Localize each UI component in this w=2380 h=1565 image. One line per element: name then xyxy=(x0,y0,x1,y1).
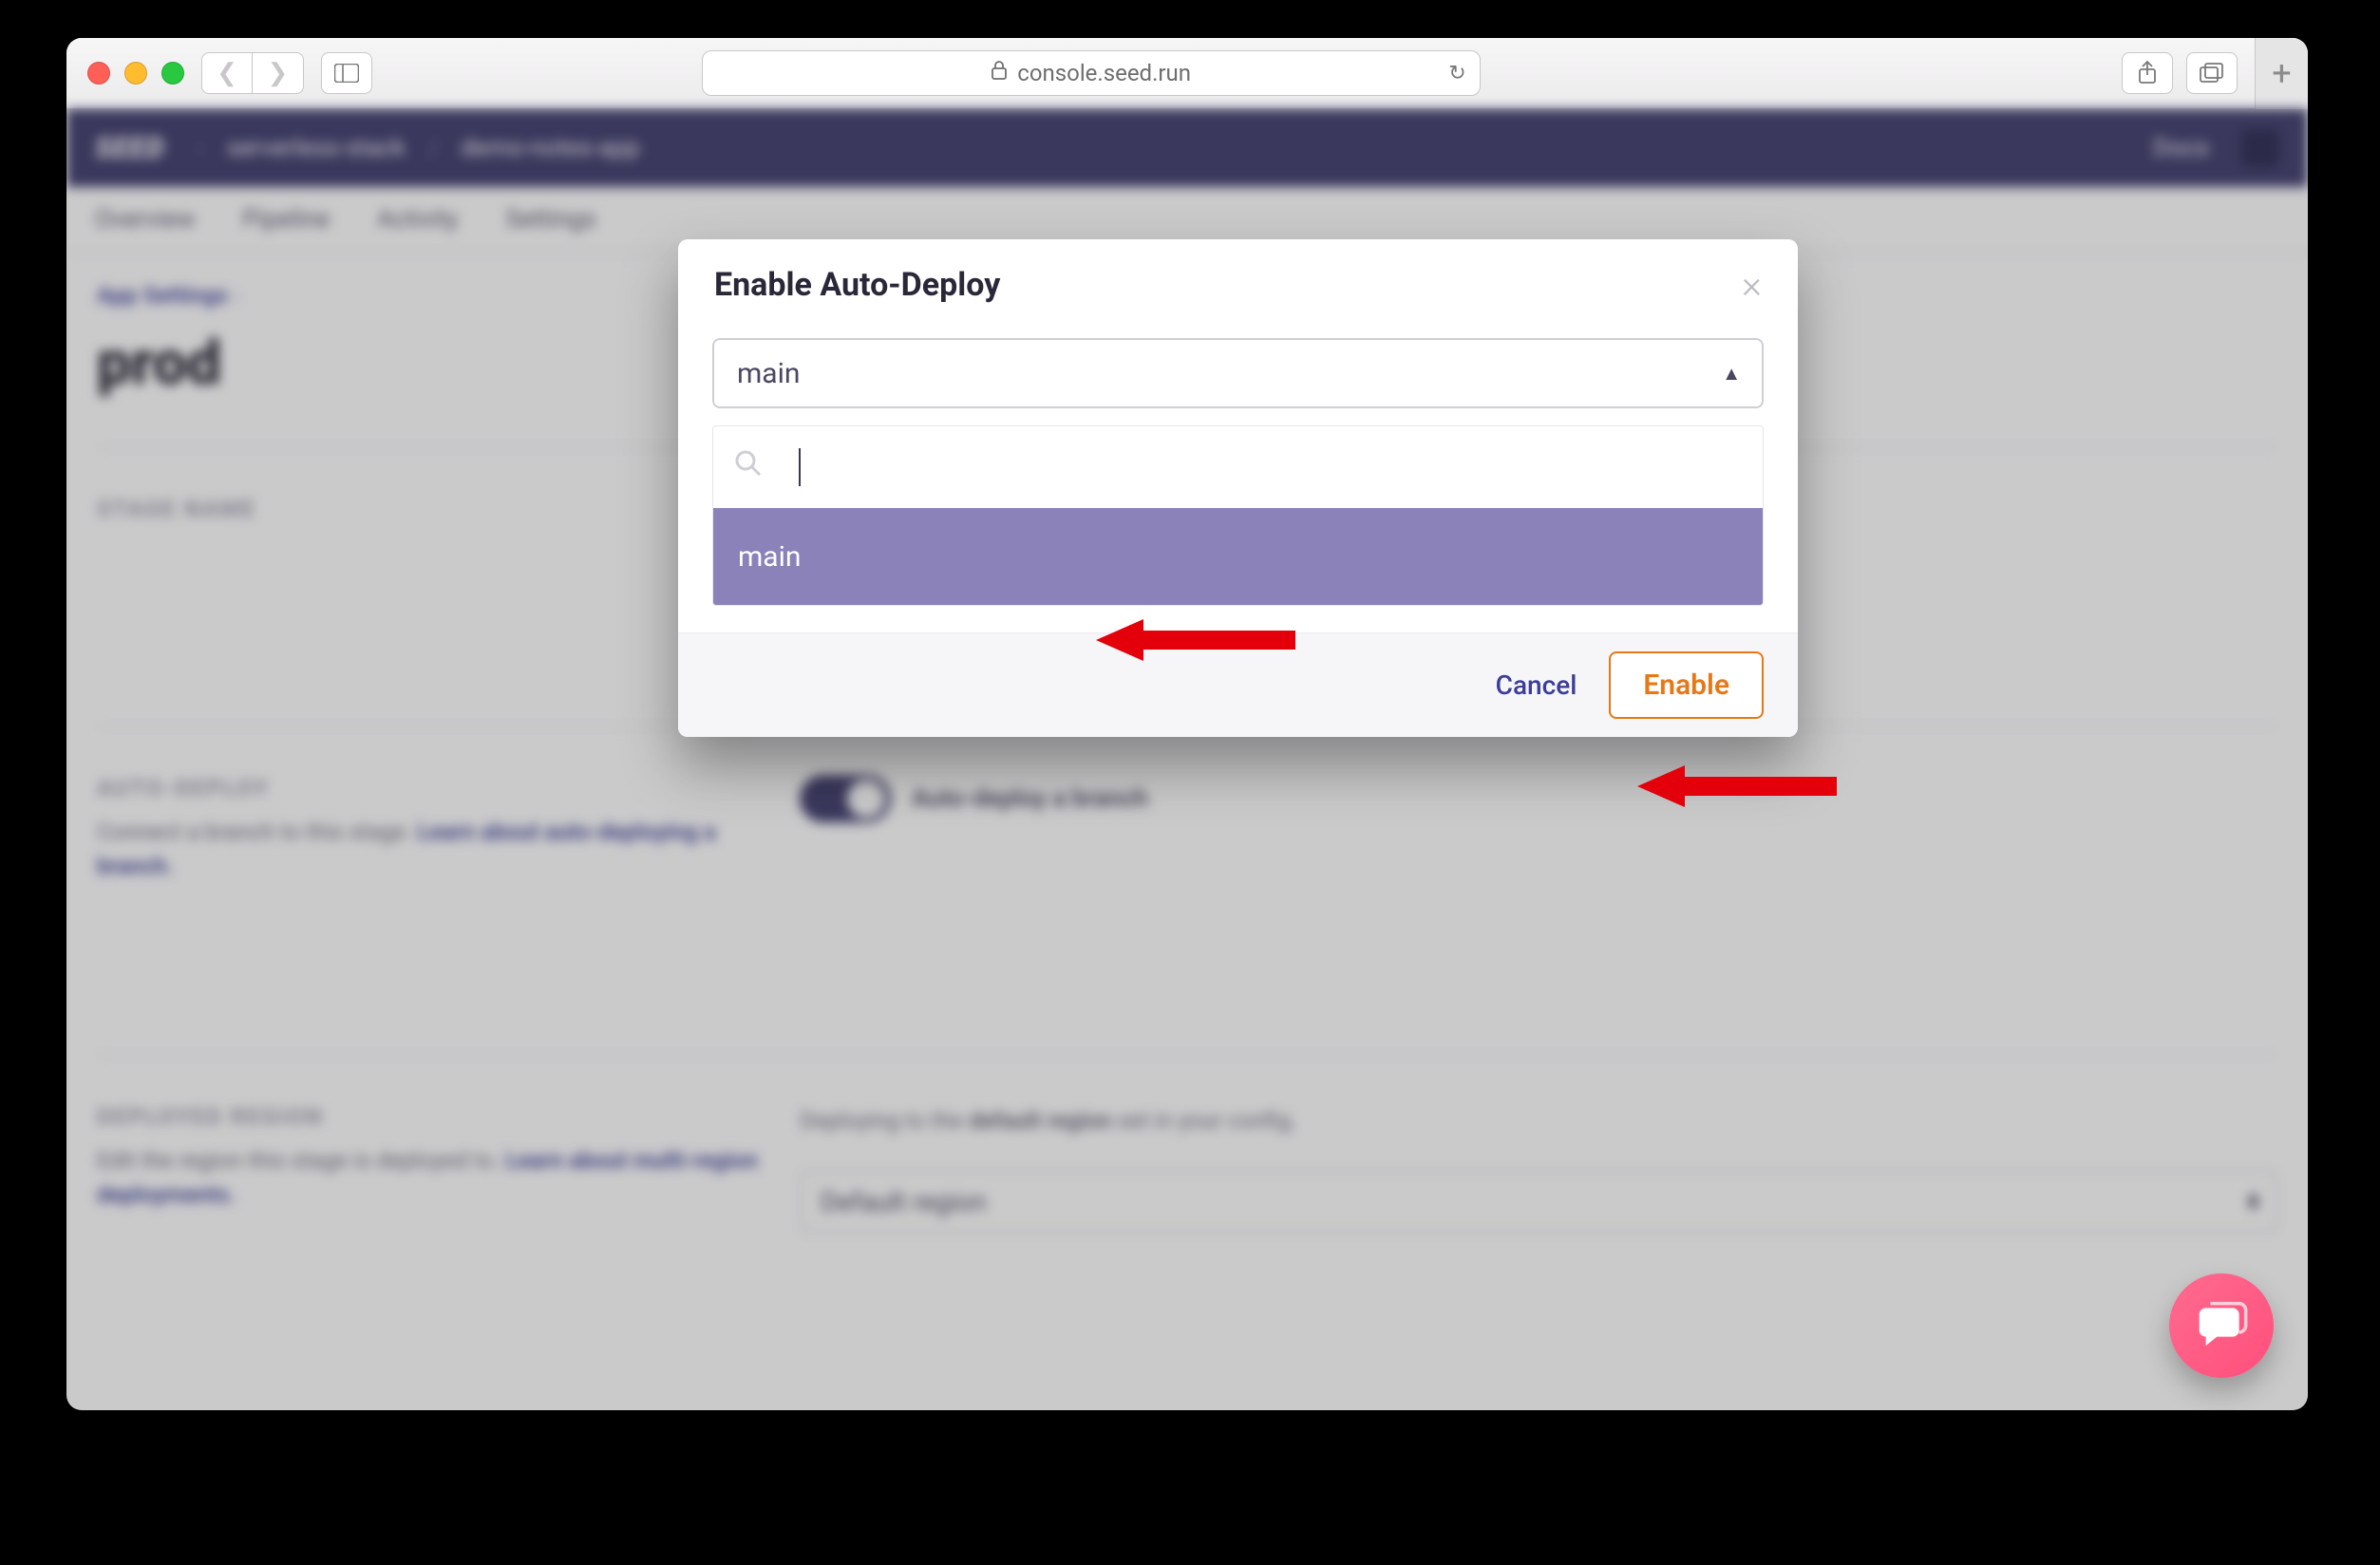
branch-dropdown: main xyxy=(712,425,1764,606)
branch-search-input[interactable] xyxy=(776,452,785,482)
chat-fab[interactable] xyxy=(2169,1273,2274,1378)
tabs-button[interactable] xyxy=(2186,52,2238,94)
search-icon xyxy=(734,449,763,485)
modal-title: Enable Auto-Deploy xyxy=(714,266,1000,304)
lock-icon xyxy=(991,60,1008,86)
branch-combobox[interactable]: main ▲ xyxy=(712,338,1764,408)
branch-option-main[interactable]: main xyxy=(713,508,1763,605)
enable-button[interactable]: Enable xyxy=(1609,651,1764,719)
titlebar: ❮ ❯ console.seed.run ↻ + xyxy=(66,38,2308,109)
window-minimize-button[interactable] xyxy=(124,62,147,85)
branch-combobox-value: main xyxy=(737,357,801,390)
branch-search-row xyxy=(713,426,1763,508)
share-button[interactable] xyxy=(2122,52,2173,94)
reload-icon[interactable]: ↻ xyxy=(1448,62,1465,85)
back-button[interactable]: ❮ xyxy=(201,52,253,94)
nav-buttons: ❮ ❯ xyxy=(201,52,304,94)
new-tab-button[interactable]: + xyxy=(2255,38,2308,109)
text-cursor xyxy=(799,448,801,486)
enable-auto-deploy-modal: Enable Auto-Deploy × main ▲ xyxy=(678,239,1798,737)
address-host: console.seed.run xyxy=(1017,60,1191,86)
caret-up-icon: ▲ xyxy=(1722,362,1741,386)
window-close-button[interactable] xyxy=(87,62,110,85)
sidebar-toggle-button[interactable] xyxy=(321,52,372,94)
browser-window: ❮ ❯ console.seed.run ↻ + xyxy=(66,38,2308,1410)
modal-close-button[interactable]: × xyxy=(1742,266,1762,304)
cancel-button[interactable]: Cancel xyxy=(1496,669,1577,701)
window-zoom-button[interactable] xyxy=(161,62,184,85)
forward-button[interactable]: ❯ xyxy=(253,52,304,94)
branch-option-label: main xyxy=(738,540,802,574)
traffic-lights xyxy=(87,62,184,85)
address-bar[interactable]: console.seed.run ↻ xyxy=(702,50,1481,96)
